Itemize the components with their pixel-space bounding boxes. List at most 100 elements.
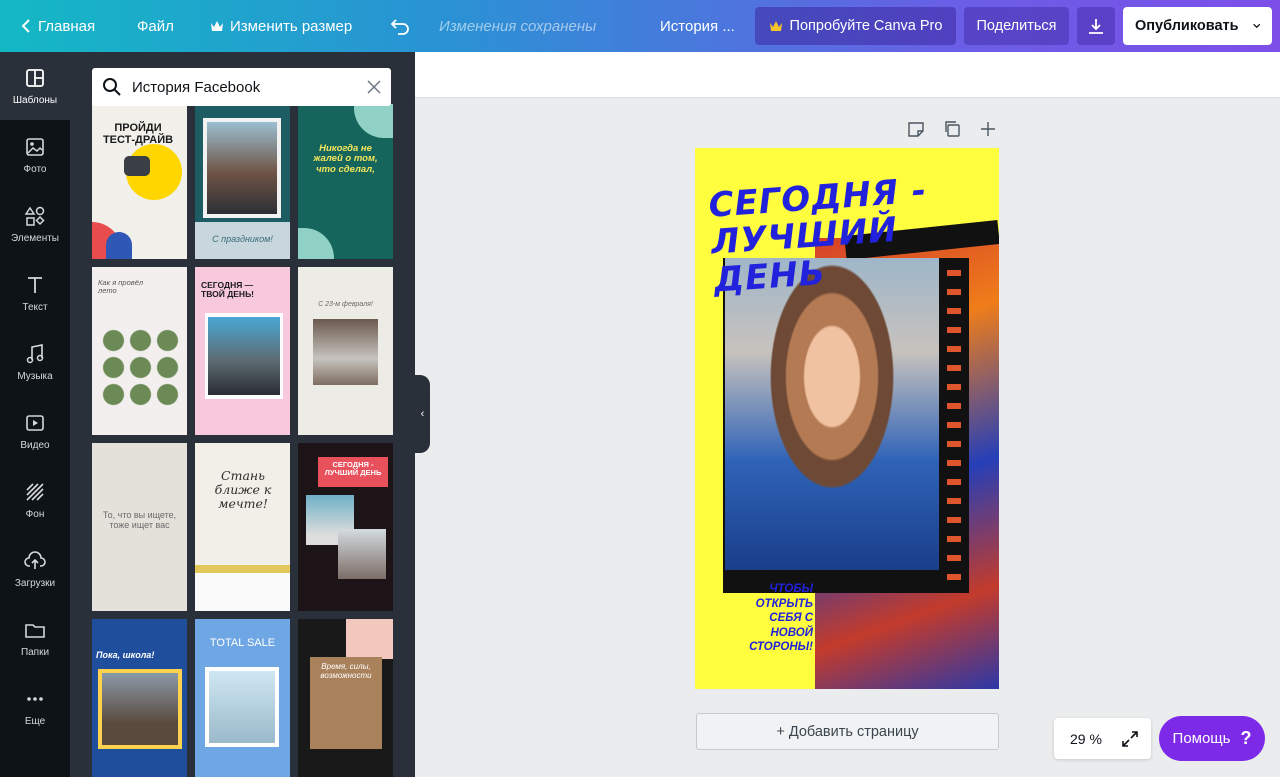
- template-decor: [106, 232, 132, 259]
- film-sprockets: [947, 270, 961, 582]
- add-icon[interactable]: [979, 120, 997, 138]
- page-tools: [907, 120, 997, 138]
- portrait-photo: [338, 529, 386, 579]
- expand-icon[interactable]: [1121, 730, 1139, 748]
- rail-item-uploads[interactable]: Загрузки: [0, 535, 70, 603]
- rail-item-folders[interactable]: Папки: [0, 604, 70, 672]
- search-box[interactable]: История Facebook: [92, 68, 391, 106]
- chevron-left-icon: [21, 19, 30, 33]
- rail-item-text[interactable]: Текст: [0, 259, 70, 327]
- resize-label: Изменить размер: [230, 17, 353, 35]
- template-summer[interactable]: Как я провёл лето: [92, 267, 187, 435]
- file-menu[interactable]: Файл: [137, 18, 174, 35]
- crown-icon: [769, 21, 782, 31]
- try-pro-label: Попробуйте Canva Pro: [789, 18, 943, 34]
- help-button[interactable]: Помощь ?: [1159, 716, 1265, 761]
- template-what-you-seek[interactable]: То, что вы ищете, тоже ищет вас: [92, 443, 187, 611]
- side-rail: Шаблоны Фото Элементы Текст Музыка Видео…: [0, 52, 70, 777]
- rail-item-video[interactable]: Видео: [0, 397, 70, 465]
- template-holiday[interactable]: С праздником!: [195, 104, 290, 259]
- duplicate-icon[interactable]: [943, 120, 961, 138]
- template-total-sale[interactable]: TOTAL SALE: [195, 619, 290, 777]
- zoom-control[interactable]: 29 %: [1054, 718, 1151, 759]
- rail-item-templates[interactable]: Шаблоны: [0, 52, 70, 120]
- resize-button[interactable]: Изменить размер: [210, 18, 352, 35]
- woman-portrait-photo: [725, 258, 939, 570]
- rail-item-background[interactable]: Фон: [0, 466, 70, 534]
- templates-icon: [26, 68, 44, 87]
- template-bye-school[interactable]: Пока, школа!: [92, 619, 187, 777]
- background-icon: [26, 482, 44, 501]
- rail-label: Видео: [20, 439, 50, 451]
- zoom-value: 29 %: [1070, 730, 1102, 747]
- help-label: Помощь: [1172, 730, 1231, 747]
- undo-button[interactable]: [390, 17, 410, 35]
- document-title[interactable]: История ...: [660, 18, 735, 35]
- share-button[interactable]: Поделиться: [964, 7, 1069, 45]
- template-text: С праздником!: [212, 234, 273, 244]
- rail-label: Загрузки: [14, 577, 56, 589]
- template-text: Время, силы, возможности: [320, 662, 372, 680]
- home-button[interactable]: Главная: [20, 18, 95, 35]
- publish-button[interactable]: Опубликовать: [1123, 7, 1272, 45]
- collapse-panel-button[interactable]: ‹: [415, 375, 430, 453]
- template-text: Пока, школа!: [96, 650, 155, 660]
- template-closer-to-dream[interactable]: Стань ближе к мечте!: [195, 443, 290, 611]
- add-page-button[interactable]: + Добавить страницу: [696, 713, 999, 750]
- template-feb-23[interactable]: С 23-м февраля!: [298, 267, 393, 435]
- template-text: Как я провёл лето: [98, 278, 144, 296]
- rail-item-more[interactable]: Еще: [0, 673, 70, 741]
- note-icon[interactable]: [907, 120, 925, 138]
- file-label: Файл: [137, 17, 174, 35]
- search-input[interactable]: История Facebook: [132, 79, 357, 96]
- template-text: Никогда не жалей о том, что сделал,: [313, 143, 378, 175]
- close-icon[interactable]: [367, 80, 381, 94]
- template-text: То, что вы ищете, тоже ищет вас: [102, 510, 177, 530]
- students-photo: [102, 673, 178, 745]
- friends-photo: [208, 317, 280, 395]
- template-time-strength[interactable]: Время, силы, возможности: [298, 619, 393, 777]
- try-pro-button[interactable]: Попробуйте Canva Pro: [755, 7, 956, 45]
- download-button[interactable]: [1077, 7, 1115, 45]
- template-never-regret[interactable]: Никогда не жалей о том, что сделал,: [298, 104, 393, 259]
- photo-grid: [100, 327, 182, 409]
- share-label: Поделиться: [976, 18, 1057, 34]
- rail-label: Текст: [22, 301, 48, 313]
- rail-label: Элементы: [11, 232, 59, 244]
- upload-icon: [24, 550, 46, 569]
- design-cta-text[interactable]: ЧТОБЫ ОТКРЫТЬ СЕБЯ С НОВОЙ СТОРОНЫ!: [737, 582, 813, 655]
- home-label: Главная: [38, 17, 96, 35]
- template-your-day[interactable]: СЕГОДНЯ —ТВОЙ ДЕНЬ!: [195, 267, 290, 435]
- desk-photo: [195, 573, 290, 611]
- undo-icon: [390, 19, 409, 35]
- template-text: Стань ближе к мечте!: [214, 468, 272, 511]
- design-headline[interactable]: СЕГОДНЯ - ЛУЧШИЙ ДЕНЬ: [707, 168, 994, 301]
- rail-label: Фон: [25, 508, 45, 520]
- template-best-day[interactable]: СЕГОДНЯ - ЛУЧШИЙ ДЕНЬ: [298, 443, 393, 611]
- rail-label: Шаблоны: [12, 94, 58, 106]
- chevron-left-icon: ‹: [420, 408, 425, 420]
- text-icon: [28, 276, 42, 293]
- couple-photo: [207, 122, 277, 214]
- rail-item-photo[interactable]: Фото: [0, 121, 70, 189]
- rail-item-elements[interactable]: Элементы: [0, 190, 70, 258]
- folder-icon: [25, 623, 45, 638]
- elements-icon: [24, 206, 45, 226]
- search-icon: [103, 78, 121, 96]
- design-page[interactable]: СЕГОДНЯ - ЛУЧШИЙ ДЕНЬ ЧТОБЫ ОТКРЫТЬ СЕБЯ…: [695, 148, 999, 689]
- shoes-photo: [209, 671, 275, 743]
- rail-label: Музыка: [17, 370, 53, 382]
- video-icon: [26, 414, 44, 431]
- chevron-down-icon: [1252, 23, 1260, 29]
- publish-label: Опубликовать: [1135, 18, 1239, 34]
- rail-item-music[interactable]: Музыка: [0, 328, 70, 396]
- photo-icon: [26, 137, 44, 156]
- template-decor: [354, 104, 393, 138]
- template-text: СЕГОДНЯ - ЛУЧШИЙ ДЕНЬ: [324, 460, 382, 478]
- download-icon: [1089, 19, 1103, 34]
- editor-toolbar: [415, 52, 1280, 98]
- rail-label: Фото: [23, 163, 47, 175]
- templates-panel: История Facebook ПРОЙДИ ТЕСТ-ДРАЙВ С пра…: [70, 52, 415, 777]
- template-test-drive[interactable]: ПРОЙДИ ТЕСТ-ДРАЙВ: [92, 104, 187, 259]
- rail-label: Еще: [24, 715, 46, 727]
